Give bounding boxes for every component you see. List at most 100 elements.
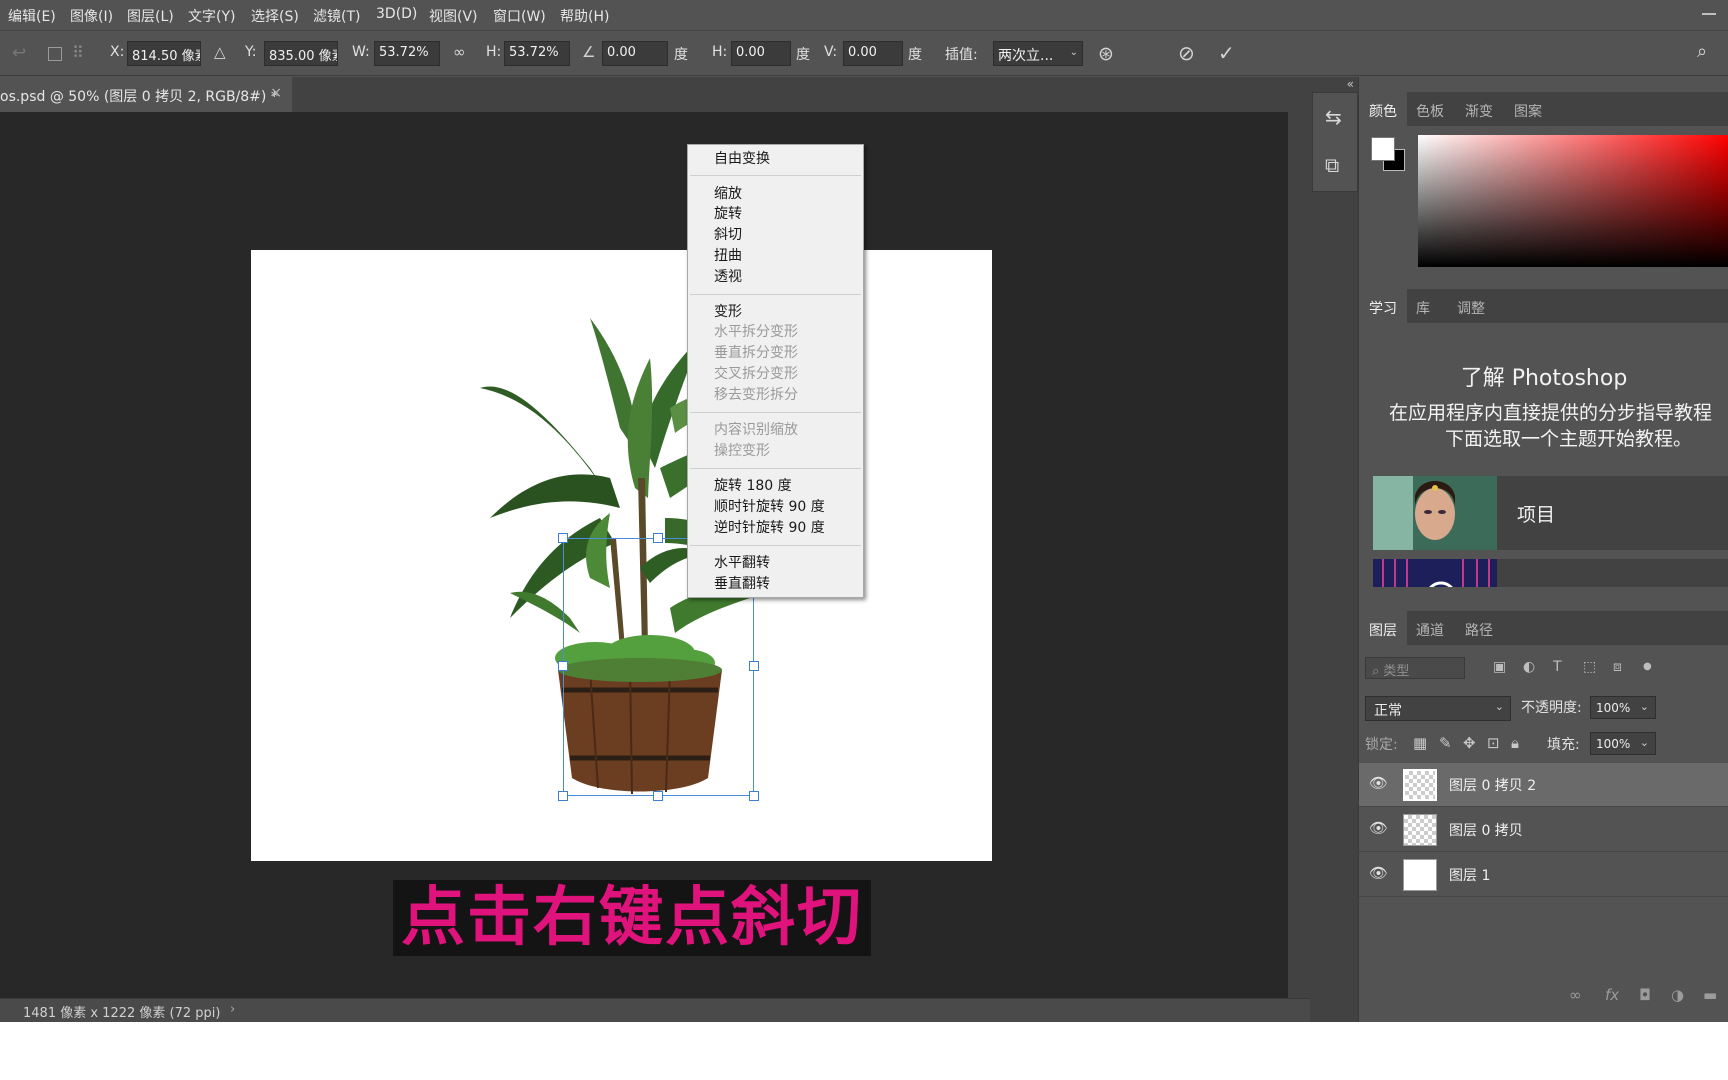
minimize-icon[interactable] — [1702, 13, 1716, 15]
filter-image-icon[interactable]: ▣ — [1493, 659, 1506, 675]
search-icon[interactable]: ⌕ — [1697, 41, 1707, 62]
tab-libraries[interactable]: 库 — [1406, 289, 1440, 323]
ctx-rotate-90-cw[interactable]: 顺时针旋转 90 度 — [714, 496, 825, 516]
tab-paths[interactable]: 路径 — [1455, 611, 1503, 645]
menu-separator — [690, 175, 861, 176]
close-tab-icon[interactable]: × — [270, 85, 282, 101]
reference-point-checkbox[interactable] — [48, 47, 62, 61]
tool-preset-icon[interactable]: ↩ — [12, 43, 26, 63]
tab-gradients[interactable]: 渐变 — [1455, 92, 1503, 126]
ctx-skew[interactable]: 斜切 — [714, 224, 742, 244]
menu-image[interactable]: 图像(I) — [70, 6, 113, 26]
document-tab-bar: os.psd @ 50% (图层 0 拷贝 2, RGB/8#) * × — [0, 77, 1310, 112]
tab-adjustments[interactable]: 调整 — [1447, 289, 1495, 323]
tab-layers[interactable]: 图层 — [1359, 611, 1407, 645]
tab-learn[interactable]: 学习 — [1359, 289, 1407, 323]
ctx-perspective[interactable]: 透视 — [714, 266, 742, 286]
relative-position-icon[interactable]: △ — [214, 43, 226, 61]
hskew-field[interactable]: 0.00 — [731, 41, 791, 66]
collapsed-panel-icons: ⇆ ⧉ — [1312, 92, 1358, 192]
layer-style-icon[interactable]: fx — [1605, 986, 1619, 1004]
ctx-rotate-90-ccw[interactable]: 逆时针旋转 90 度 — [714, 517, 825, 537]
warp-mode-icon[interactable]: ⊛ — [1098, 43, 1114, 65]
transform-handle[interactable] — [749, 791, 759, 801]
transform-handle[interactable] — [558, 533, 568, 543]
menu-edit[interactable]: 编辑(E) — [8, 6, 56, 26]
ctx-distort[interactable]: 扭曲 — [714, 245, 742, 265]
ctx-free-transform[interactable]: 自由变换 — [714, 148, 770, 168]
lock-artboard-icon[interactable]: ⊡ — [1487, 734, 1500, 752]
tab-swatches[interactable]: 色板 — [1406, 92, 1454, 126]
layer-row[interactable]: 👁︎ 图层 0 拷贝 — [1359, 808, 1728, 852]
ctx-rotate-180[interactable]: 旋转 180 度 — [714, 475, 792, 495]
ctx-flip-horizontal[interactable]: 水平翻转 — [714, 552, 770, 572]
ctx-warp[interactable]: 变形 — [714, 301, 742, 321]
menu-separator — [690, 468, 861, 469]
visibility-eye-icon[interactable]: 👁︎ — [1369, 819, 1388, 837]
interpolation-select[interactable]: 两次立... ⌄ — [993, 41, 1083, 66]
properties-panel-icon[interactable]: ⧉ — [1325, 153, 1339, 177]
link-layers-icon[interactable]: ∞ — [1569, 986, 1582, 1004]
layer-row[interactable]: 👁︎ 图层 1 — [1359, 853, 1728, 897]
menu-select[interactable]: 选择(S) — [251, 6, 299, 26]
adjustment-layer-icon[interactable]: ◑ — [1671, 986, 1684, 1004]
filter-type-icon[interactable]: T — [1553, 659, 1562, 675]
filter-shape-icon[interactable]: ⬚ — [1583, 659, 1596, 675]
height-field[interactable]: 53.72% — [504, 41, 570, 66]
lock-paint-icon[interactable]: ✎ — [1439, 734, 1452, 752]
menu-view[interactable]: 视图(V) — [429, 6, 478, 26]
learn-card-projects[interactable]: 项目 — [1373, 476, 1728, 550]
color-picker-field[interactable] — [1418, 135, 1728, 267]
layer-row[interactable]: 👁︎ 图层 0 拷贝 2 — [1359, 763, 1728, 807]
angle-field[interactable]: 0.00 — [602, 41, 668, 66]
transform-handle[interactable] — [558, 661, 568, 671]
transform-handle[interactable] — [749, 661, 759, 671]
menu-window[interactable]: 窗口(W) — [493, 6, 546, 26]
right-panels: 颜色 色板 渐变 图案 学习 库 调整 了解 Photoshop 在应用程序内直… — [1358, 77, 1728, 1022]
visibility-eye-icon[interactable]: 👁︎ — [1369, 864, 1388, 882]
y-field[interactable]: 835.00 像素 — [264, 41, 338, 66]
vertical-scrollbar[interactable] — [1288, 112, 1310, 998]
x-field[interactable]: 814.50 像素 — [127, 41, 201, 66]
width-field[interactable]: 53.72% — [374, 41, 440, 66]
new-group-icon[interactable]: ▬ — [1703, 986, 1717, 1004]
menu-filter[interactable]: 滤镜(T) — [313, 6, 360, 26]
reference-point-grid-icon[interactable]: ⠿ — [72, 43, 84, 62]
layer-filter-kind[interactable]: ⌕ 类型 — [1365, 657, 1465, 679]
link-icon[interactable]: ∞ — [453, 43, 466, 61]
ctx-scale[interactable]: 缩放 — [714, 183, 742, 203]
transform-handle[interactable] — [653, 791, 663, 801]
menu-type[interactable]: 文字(Y) — [188, 6, 235, 26]
opacity-field[interactable]: 100% ⌄ — [1590, 696, 1656, 719]
collapse-panels-icon[interactable]: « — [1347, 77, 1354, 91]
commit-transform-icon[interactable]: ✓ — [1218, 41, 1235, 65]
menu-help[interactable]: 帮助(H) — [560, 6, 609, 26]
transform-handle[interactable] — [558, 791, 568, 801]
tab-patterns[interactable]: 图案 — [1504, 92, 1552, 126]
transform-handle[interactable] — [653, 533, 663, 543]
visibility-eye-icon[interactable]: 👁︎ — [1369, 774, 1388, 792]
ctx-flip-vertical[interactable]: 垂直翻转 — [714, 573, 770, 593]
tab-channels[interactable]: 通道 — [1406, 611, 1454, 645]
foreground-color-swatch[interactable] — [1371, 137, 1395, 161]
vskew-field[interactable]: 0.00 — [843, 41, 903, 66]
lock-position-icon[interactable]: ✥ — [1463, 734, 1476, 752]
menu-3d[interactable]: 3D(D) — [376, 6, 417, 22]
filter-toggle-icon[interactable]: ● — [1643, 661, 1652, 672]
status-menu-arrow-icon[interactable]: › — [230, 1002, 235, 1017]
document-tab[interactable]: os.psd @ 50% (图层 0 拷贝 2, RGB/8#) * × — [0, 77, 292, 112]
add-mask-icon[interactable]: ◘ — [1639, 986, 1651, 1004]
opacity-label: 不透明度: — [1521, 700, 1582, 716]
filter-smart-object-icon[interactable]: ⧈ — [1613, 659, 1622, 675]
fill-field[interactable]: 100% ⌄ — [1590, 732, 1656, 755]
menu-layer[interactable]: 图层(L) — [127, 6, 174, 26]
cancel-transform-icon[interactable]: ⊘ — [1178, 41, 1195, 65]
learn-card-tips[interactable]: 提示 — [1373, 559, 1728, 587]
tab-color[interactable]: 颜色 — [1359, 92, 1407, 126]
ctx-rotate[interactable]: 旋转 — [714, 203, 742, 223]
filter-adjustment-icon[interactable]: ◐ — [1523, 659, 1535, 675]
lock-transparent-icon[interactable]: ▦ — [1413, 734, 1427, 752]
history-panel-icon[interactable]: ⇆ — [1325, 105, 1342, 129]
lock-all-icon[interactable]: 🔒︎ — [1511, 734, 1519, 752]
blend-mode-select[interactable]: 正常 ⌄ — [1365, 696, 1511, 721]
